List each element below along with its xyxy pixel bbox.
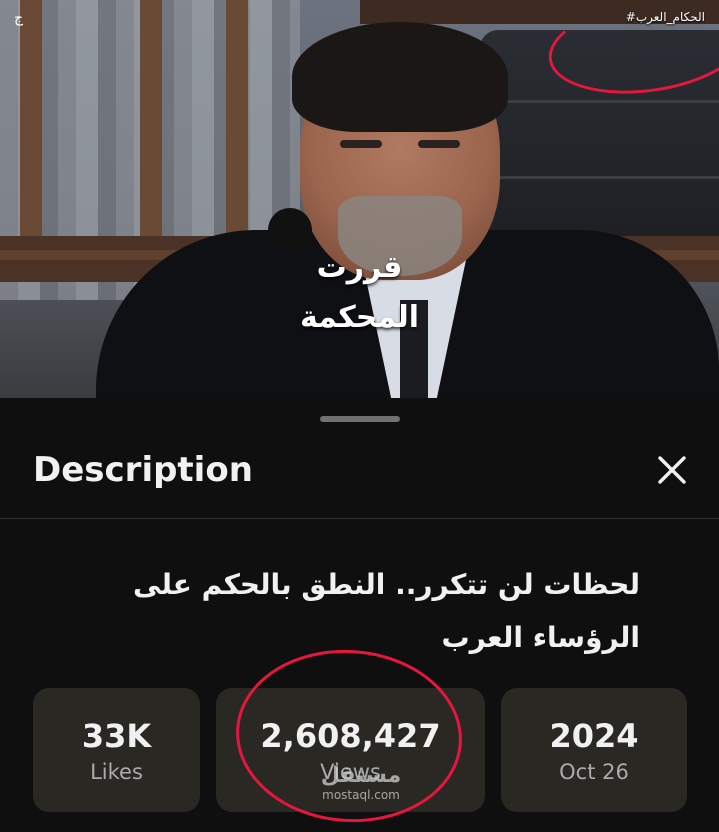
wood-post <box>20 0 42 260</box>
video-frame[interactable]: قررت المحكمة #الحكام_العرب ج <box>0 0 719 398</box>
sheet-title: Description <box>33 450 253 490</box>
video-title: لحظات لن تتكرر.. النطق بالحكم على الرؤسا… <box>132 568 640 654</box>
wood-post <box>140 0 162 260</box>
video-caption-line1: قررت <box>316 250 403 285</box>
description-sheet: Description لحظات لن تتكرر.. النطق بالحك… <box>0 398 719 832</box>
publish-year: 2024 <box>549 717 639 755</box>
person-brow <box>340 140 382 148</box>
chair-seam <box>500 100 719 103</box>
video-corner-mark: ج <box>14 10 24 26</box>
divider <box>0 518 719 519</box>
wood-post <box>226 0 248 260</box>
likes-stat: 33K Likes <box>33 688 200 812</box>
publish-date: Oct 26 <box>559 760 629 784</box>
likes-count: 33K <box>81 717 152 755</box>
close-icon <box>658 456 686 484</box>
likes-label: Likes <box>90 760 143 784</box>
video-caption-line2: المحكمة <box>299 300 420 335</box>
drag-handle[interactable] <box>320 416 400 422</box>
person-hair <box>292 22 508 132</box>
microphone <box>268 208 312 252</box>
watermark: مستقل mostaql.com <box>316 763 406 803</box>
chair-seam <box>500 176 719 179</box>
watermark-arabic: مستقل <box>320 763 402 788</box>
date-stat: 2024 Oct 26 <box>501 688 687 812</box>
person-brow <box>418 140 460 148</box>
close-button[interactable] <box>650 448 694 492</box>
watermark-latin: mostaql.com <box>322 788 400 802</box>
